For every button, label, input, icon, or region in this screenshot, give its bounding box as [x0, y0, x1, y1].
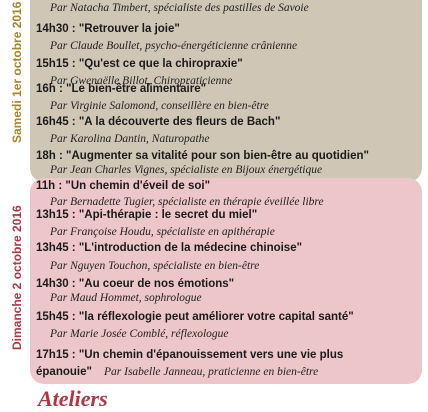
talk-title: 11h : "Un chemin d'éveil de soi"	[36, 180, 211, 192]
talk-title: 16h : "Le bien-être alimentaire"	[36, 83, 207, 95]
speaker-line: Par Jean Charles Vignes, spécialiste en …	[50, 164, 323, 176]
speaker-line: Par Natacha Timbert, spécialiste des pas…	[50, 2, 309, 14]
speaker-line: Par Isabelle Janneau, praticienne en bie…	[104, 366, 319, 378]
speaker-line: Par Virginie Salomond, conseillère en bi…	[50, 100, 269, 112]
speaker-line: Par Karolina Dantin, Naturopathe	[50, 133, 210, 145]
talk-title: 17h15 : "Un chemin d'épanouissement vers…	[36, 349, 344, 361]
talk-title: 15h45 : "la réflexologie peut améliorer …	[36, 311, 354, 323]
talk-title: 13h45 : "L'introduction de la médecine c…	[36, 242, 303, 254]
speaker-line: Par Françoise Houdu, spécialiste en apit…	[50, 226, 275, 238]
talk-title: 13h15 : "Api-thérapie : le secret du mie…	[36, 209, 258, 221]
speaker-line: Par Bernadette Tugier, spécialiste en th…	[50, 196, 324, 208]
speaker-line: Par Claude Boullet, psycho-énergéticienn…	[50, 40, 298, 52]
talk-title: 18h : "Augmenter sa vitalité pour son bi…	[36, 150, 369, 162]
sunday-day-label: Dimanche 2 octobre 2016	[10, 205, 24, 350]
talk-title: épanouie"	[36, 366, 92, 378]
speaker-line: Par Nguyen Touchon, spécialiste en bien-…	[50, 260, 260, 272]
talk-title: 16h45 : "A la découverte des fleurs de B…	[36, 116, 281, 128]
footer-title: Ateliers	[38, 386, 108, 411]
saturday-day-label: Samedi 1er octobre 2016	[10, 1, 24, 143]
speaker-line: Par Marie Josée Comblé, réflexologue	[50, 328, 229, 340]
talk-title: 14h30 : "Au coeur de nos émotions"	[36, 278, 235, 290]
talk-title: 14h30 : "Retrouver la joie"	[36, 23, 180, 35]
speaker-line: Par Maud Hommet, sophrologue	[50, 292, 202, 304]
talk-title: 15h15 : "Qu'est ce que la chiropraxie"	[36, 58, 243, 70]
